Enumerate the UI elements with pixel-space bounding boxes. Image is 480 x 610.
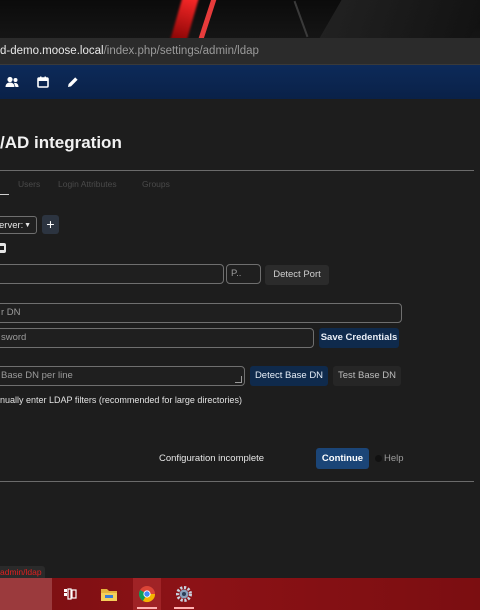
tab-server-underline <box>0 194 9 195</box>
settings-running-indicator <box>174 607 194 609</box>
divider <box>0 481 474 482</box>
url-path: /index.php/settings/admin/ldap <box>103 45 259 57</box>
port-input[interactable]: P.. <box>226 264 261 284</box>
continue-button[interactable]: Continue <box>316 448 369 469</box>
divider <box>0 170 474 171</box>
add-server-button[interactable]: + <box>42 215 59 234</box>
file-explorer-icon[interactable] <box>99 584 119 604</box>
ldap-settings-panel: /AD integration Users Login Attributes G… <box>0 99 480 579</box>
calendar-icon[interactable] <box>32 71 54 93</box>
chevron-down-icon: ▼ <box>24 222 31 229</box>
app-header <box>0 65 480 99</box>
save-credentials-button[interactable]: Save Credentials <box>319 328 399 348</box>
pencil-icon[interactable] <box>62 71 84 93</box>
manual-filters-checkbox-label[interactable]: nually enter LDAP filters (recommended f… <box>0 395 242 405</box>
help-icon[interactable] <box>375 455 382 462</box>
resize-handle[interactable] <box>235 376 242 383</box>
configuration-status: Configuration incomplete <box>159 453 265 464</box>
page-title: /AD integration <box>0 133 122 152</box>
detect-base-dn-button[interactable]: Detect Base DN <box>250 366 328 386</box>
tab-groups[interactable]: Groups <box>142 179 170 189</box>
chrome-icon[interactable] <box>137 584 157 604</box>
contacts-icon[interactable] <box>1 71 23 93</box>
password-input[interactable]: sword <box>0 328 314 348</box>
test-base-dn-button[interactable]: Test Base DN <box>333 366 401 386</box>
host-input[interactable] <box>0 264 224 284</box>
taskbar <box>0 578 480 610</box>
chrome-running-indicator <box>137 607 157 609</box>
server-select-value: erver: <box>0 220 24 231</box>
user-dn-input[interactable]: r DN <box>0 303 402 323</box>
tab-login-attributes[interactable]: Login Attributes <box>58 179 117 189</box>
desktop-wallpaper <box>0 0 480 38</box>
tab-users[interactable]: Users <box>18 179 40 189</box>
server-select[interactable]: erver: ▼ <box>0 216 37 234</box>
status-url-tooltip: admin/ldap <box>0 566 45 578</box>
help-link[interactable]: Help <box>384 453 404 464</box>
address-bar[interactable]: d-demo.moose.local/index.php/settings/ad… <box>0 38 480 65</box>
base-dn-textarea[interactable]: Base DN per line <box>0 366 245 386</box>
taskbar-search[interactable] <box>0 578 52 610</box>
url-host: d-demo.moose.local <box>0 45 104 57</box>
detect-port-button[interactable]: Detect Port <box>265 265 329 285</box>
settings-gear-icon[interactable] <box>174 584 194 604</box>
task-view-icon[interactable] <box>60 584 80 604</box>
copy-config-icon[interactable] <box>0 243 6 253</box>
